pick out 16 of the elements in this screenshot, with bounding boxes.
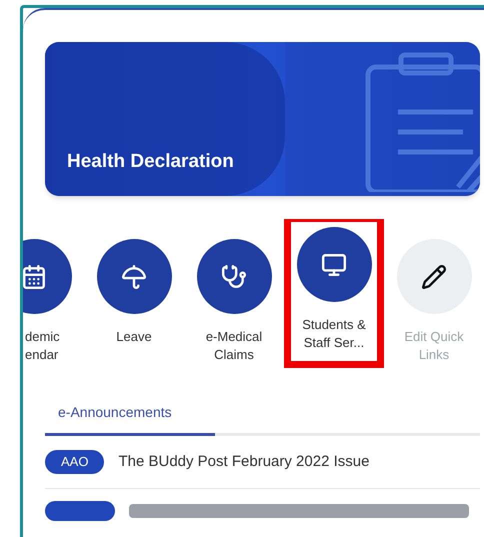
category-badge (45, 500, 115, 520)
category-badge: AAO (45, 450, 104, 474)
quick-link-label[interactable]: demic endar (23, 328, 60, 364)
health-declaration-banner[interactable]: Health Declaration (45, 42, 480, 196)
calendar-icon (23, 264, 47, 290)
tab[interactable]: e-Announcements (45, 402, 215, 436)
clipboard-icon (363, 52, 480, 192)
umbrella-icon (121, 264, 147, 290)
quick-link-label[interactable]: Students & Staff Ser... (302, 316, 366, 352)
announcement-title[interactable]: The BUddy Post February 2022 Issue (118, 450, 370, 473)
stethoscope-icon (221, 264, 247, 290)
monitor-icon (321, 252, 347, 278)
banner-title: Health Declaration (67, 150, 234, 174)
quick-link-label[interactable]: Leave (116, 328, 152, 346)
quick-link-label[interactable]: e-Medical Claims (206, 328, 262, 364)
pencil-icon (421, 264, 447, 290)
